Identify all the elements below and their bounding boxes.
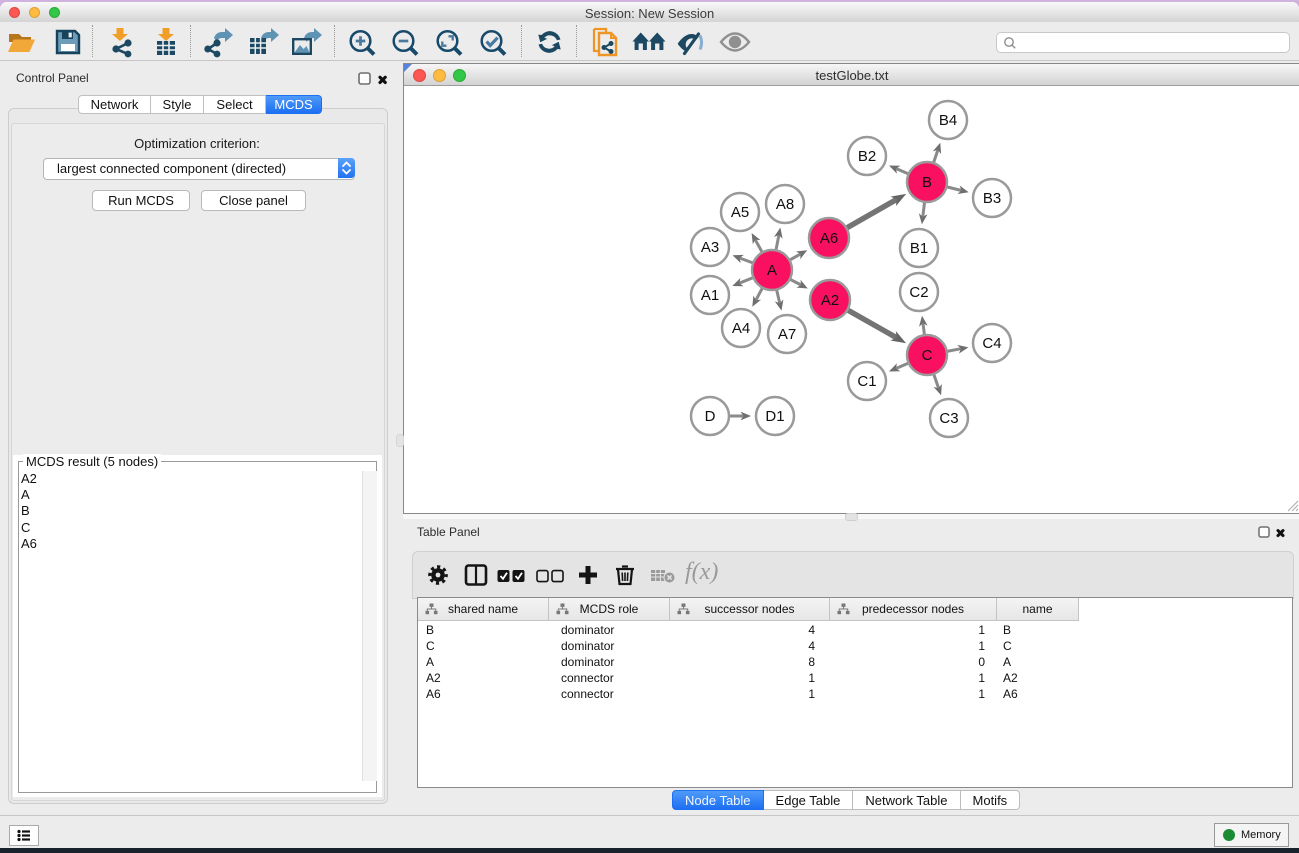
svg-text:A4: A4 xyxy=(732,320,750,337)
svg-text:C2: C2 xyxy=(909,284,928,301)
svg-text:B2: B2 xyxy=(858,148,876,165)
svg-text:A6: A6 xyxy=(820,230,838,247)
svg-text:A1: A1 xyxy=(701,287,719,304)
svg-text:C1: C1 xyxy=(857,373,876,390)
svg-text:B: B xyxy=(922,174,932,191)
svg-text:A7: A7 xyxy=(778,326,796,343)
svg-text:B4: B4 xyxy=(939,112,957,129)
svg-text:C4: C4 xyxy=(982,335,1001,352)
svg-text:A8: A8 xyxy=(776,196,794,213)
svg-text:B3: B3 xyxy=(983,190,1001,207)
svg-text:C: C xyxy=(922,347,933,364)
svg-text:A5: A5 xyxy=(731,204,749,221)
svg-text:D1: D1 xyxy=(765,408,784,425)
svg-text:A3: A3 xyxy=(701,239,719,256)
svg-text:C3: C3 xyxy=(939,410,958,427)
svg-text:A: A xyxy=(767,262,777,279)
svg-text:B1: B1 xyxy=(910,240,928,257)
svg-text:D: D xyxy=(705,408,716,425)
svg-text:A2: A2 xyxy=(821,292,839,309)
